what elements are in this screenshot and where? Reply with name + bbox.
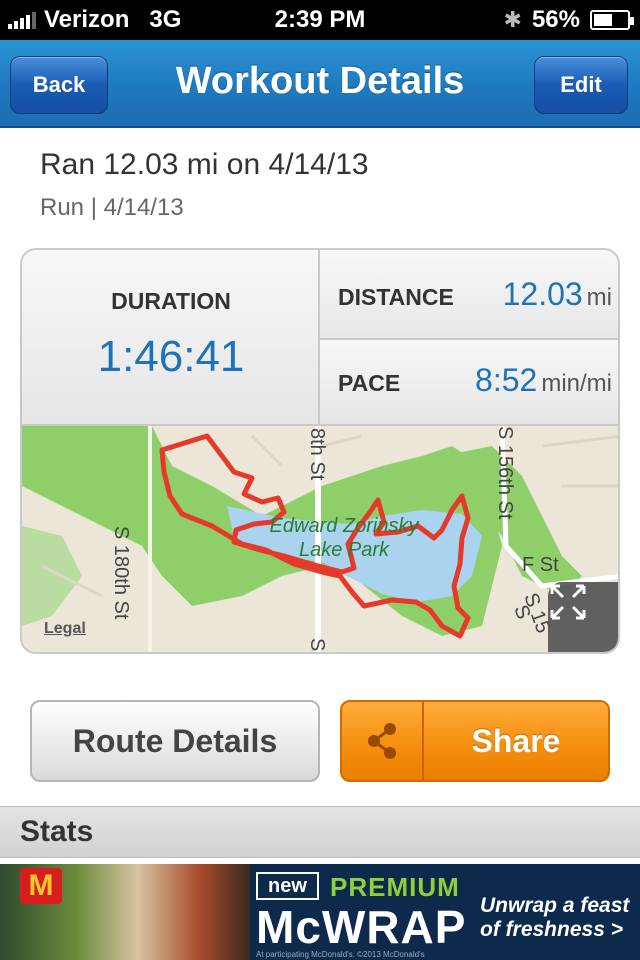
pace-value: 8:52 (475, 362, 538, 398)
status-right: ✱ 56% (503, 6, 634, 34)
status-bar: Verizon 3G 2:39 PM ✱ 56% (0, 0, 640, 40)
pace-unit: min/mi (541, 370, 612, 397)
share-icon-box (342, 702, 424, 780)
expand-map-button[interactable] (548, 582, 618, 652)
workout-title: Ran 12.03 mi on 4/14/13 (40, 148, 369, 181)
park-label-line1: Edward Zorinsky (269, 515, 419, 537)
distance-cell: DISTANCE 12.03 mi (320, 250, 618, 340)
pace-cell: PACE 8:52 min/mi (320, 340, 618, 426)
duration-value: 1:46:41 (97, 332, 245, 381)
ad-tagline-1: Unwrap a feast (480, 894, 630, 917)
duration-cell: DURATION 1:46:41 (22, 250, 320, 426)
ad-tagline-2: of freshness > (480, 918, 623, 941)
distance-unit: mi (586, 284, 612, 311)
street-label-f: F St (522, 554, 559, 576)
route-details-button[interactable]: Route Details (30, 700, 320, 782)
distance-label: DISTANCE (338, 284, 454, 310)
park-area-west (22, 526, 82, 626)
workout-subtitle: Run | 4/14/13 (40, 194, 184, 221)
route-map[interactable]: S 180th St 8th St S 156th St F St S 15 S… (22, 426, 618, 652)
ad-new-badge: new (256, 872, 319, 900)
expand-icon (550, 584, 586, 620)
duration-label: DURATION (111, 288, 231, 314)
share-button[interactable]: Share (340, 700, 610, 782)
park-label: Edward Zorinsky Lake Park (244, 514, 444, 562)
legal-link[interactable]: Legal (44, 620, 86, 638)
pace-label: PACE (338, 370, 401, 396)
battery-icon (590, 10, 634, 30)
battery-fill (594, 14, 612, 26)
share-label: Share (471, 722, 561, 759)
street-label-156th: S 156th St (494, 426, 516, 520)
street-label-180th: S 180th St (110, 526, 132, 620)
ad-banner[interactable]: M new PREMIUM McWRAP Unwrap a feast of f… (0, 864, 640, 960)
ad-product-name: McWRAP (256, 901, 467, 953)
workout-summary-card: DURATION 1:46:41 DISTANCE 12.03 mi PACE … (20, 248, 620, 654)
ad-fine-print: At participating McDonald's. ©2013 McDon… (256, 950, 425, 959)
share-icon (368, 723, 396, 759)
edit-button[interactable]: Edit (534, 56, 628, 114)
park-label-line2: Lake Park (298, 539, 390, 561)
street-label-8th: 8th St (306, 428, 328, 481)
stats-header-label: Stats (20, 815, 94, 848)
navigation-bar: Back Workout Details Edit (0, 40, 640, 128)
mcdonalds-logo-icon: M (20, 868, 62, 904)
distance-value: 12.03 (502, 276, 583, 312)
battery-percent: 56% (531, 6, 580, 33)
ad-premium-label: PREMIUM (330, 872, 460, 902)
stats-section-header: Stats (0, 806, 640, 858)
bluetooth-icon: ✱ (503, 7, 522, 32)
street-label-s-bottom: S (306, 638, 328, 652)
